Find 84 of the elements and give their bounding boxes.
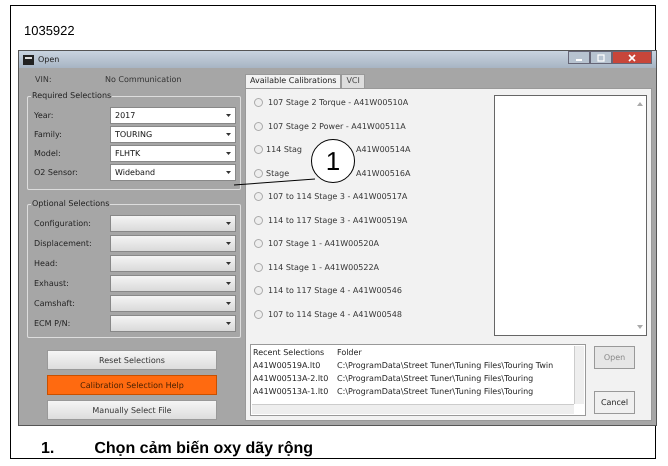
dropdown[interactable] xyxy=(110,255,236,272)
scroll-down-icon xyxy=(637,325,643,329)
help-button[interactable]: Calibration Selection Help xyxy=(47,375,217,395)
dropdown[interactable]: FLHTK xyxy=(110,145,236,162)
calibration-label[interactable]: A41W00516A xyxy=(356,168,410,178)
calibration-label[interactable]: 114 to 117 Stage 3 - A41W00519A xyxy=(268,216,408,225)
dialog-button[interactable]: Cancel xyxy=(594,391,635,414)
field-label: Camshaft: xyxy=(33,299,76,308)
radio-button[interactable] xyxy=(254,262,263,272)
vertical-scrollbar[interactable] xyxy=(574,346,584,404)
caret-icon xyxy=(226,322,231,325)
group-title: Optional Selections xyxy=(31,199,110,208)
calibration-label[interactable]: 114 Stage 1 - A41W00522A xyxy=(268,262,380,272)
calibration-label[interactable]: 107 Stage 2 Torque - A41W00510A xyxy=(268,98,408,108)
field-label: Year: xyxy=(33,111,54,120)
table-cell[interactable]: C:\ProgramData\Street Tuner\Tuning Files\Touring Twin xyxy=(337,361,554,370)
scroll-up-icon xyxy=(637,102,643,106)
dropdown[interactable]: TOURING xyxy=(110,126,236,143)
field-label: Displacement: xyxy=(33,239,93,248)
caret-icon xyxy=(226,282,231,285)
field-label: Family: xyxy=(33,130,63,139)
table-cell[interactable]: C:\ProgramData\Street Tuner\Tuning Files\Touring xyxy=(337,387,534,396)
dropdown[interactable] xyxy=(110,315,236,332)
tab[interactable]: VCI xyxy=(341,74,365,88)
radio-button[interactable] xyxy=(254,216,263,225)
field-label: Configuration: xyxy=(33,219,92,228)
radio-button[interactable] xyxy=(254,310,263,319)
caret-icon xyxy=(226,114,231,117)
field-label: Model: xyxy=(33,149,62,158)
app-icon xyxy=(23,54,34,64)
caret-icon xyxy=(226,262,231,265)
caption-number: 1. xyxy=(41,440,54,458)
tab[interactable]: Available Calibrations xyxy=(245,74,342,88)
field-label: Exhaust: xyxy=(33,279,70,288)
action-button[interactable]: Manually Select File xyxy=(47,400,217,420)
radio-button[interactable] xyxy=(254,122,263,131)
dropdown[interactable] xyxy=(110,295,236,312)
calibration-label[interactable]: 107 to 114 Stage 4 - A41W00548 xyxy=(268,310,402,319)
calibration-label[interactable]: 107 Stage 1 - A41W00520A xyxy=(268,239,380,248)
table-cell[interactable]: A41W00513A-1.lt0 xyxy=(253,387,337,396)
calibration-label[interactable]: 107 Stage 2 Power - A41W00511A xyxy=(268,122,406,131)
calibration-label[interactable]: 107 to 114 Stage 3 - A41W00517A xyxy=(268,192,408,202)
horizontal-scrollbar[interactable] xyxy=(252,404,574,414)
dropdown[interactable] xyxy=(110,235,236,252)
radio-button[interactable] xyxy=(254,239,263,248)
action-button[interactable]: Reset Selections xyxy=(47,350,217,370)
field-label: Head: xyxy=(33,259,59,268)
radio-button[interactable] xyxy=(254,286,263,296)
vin-label: VIN: xyxy=(35,74,53,84)
caret-icon xyxy=(226,242,231,245)
maximize-button[interactable] xyxy=(590,51,612,64)
calibration-label[interactable]: 114 to 117 Stage 4 - A41W00546 xyxy=(268,286,402,296)
dropdown[interactable]: 2017 xyxy=(110,107,236,124)
calibration-label[interactable]: 114 Stag xyxy=(266,145,302,154)
minimize-button[interactable] xyxy=(568,51,590,64)
caret-icon xyxy=(226,171,231,174)
close-icon xyxy=(628,54,636,62)
dropdown[interactable] xyxy=(110,275,236,292)
dropdown[interactable]: Wideband xyxy=(110,164,236,181)
figure-number: 1035922 xyxy=(24,23,76,40)
close-button[interactable] xyxy=(612,51,652,64)
field-label: O2 Sensor: xyxy=(33,168,79,177)
radio-button[interactable] xyxy=(254,98,263,108)
calibration-label[interactable]: Stage xyxy=(266,168,290,178)
column-header: Recent Selections xyxy=(253,348,326,357)
caret-icon xyxy=(226,133,231,136)
table-cell[interactable]: A41W00513A-2.lt0 xyxy=(253,374,337,383)
maximize-icon xyxy=(597,54,605,62)
table-cell[interactable]: A41W00519A.lt0 xyxy=(253,361,337,370)
table-cell[interactable]: C:\ProgramData\Street Tuner\Tuning Files\Touring xyxy=(337,374,534,383)
dropdown[interactable] xyxy=(110,215,236,232)
column-header: Folder xyxy=(337,348,362,357)
vin-value: No Communication xyxy=(105,74,182,84)
calibration-label[interactable]: A41W00514A xyxy=(356,145,410,154)
window-title: Open xyxy=(38,55,60,64)
radio-button[interactable] xyxy=(254,145,263,154)
field-label: ECM P/N: xyxy=(33,319,72,328)
caption-text: Chọn cảm biến oxy dãy rộng xyxy=(94,440,314,458)
radio-button[interactable] xyxy=(254,192,263,202)
caret-icon xyxy=(226,222,231,225)
caret-icon xyxy=(226,302,231,305)
group-title: Required Selections xyxy=(31,91,112,100)
radio-button[interactable] xyxy=(254,168,263,178)
caret-icon xyxy=(226,152,231,155)
